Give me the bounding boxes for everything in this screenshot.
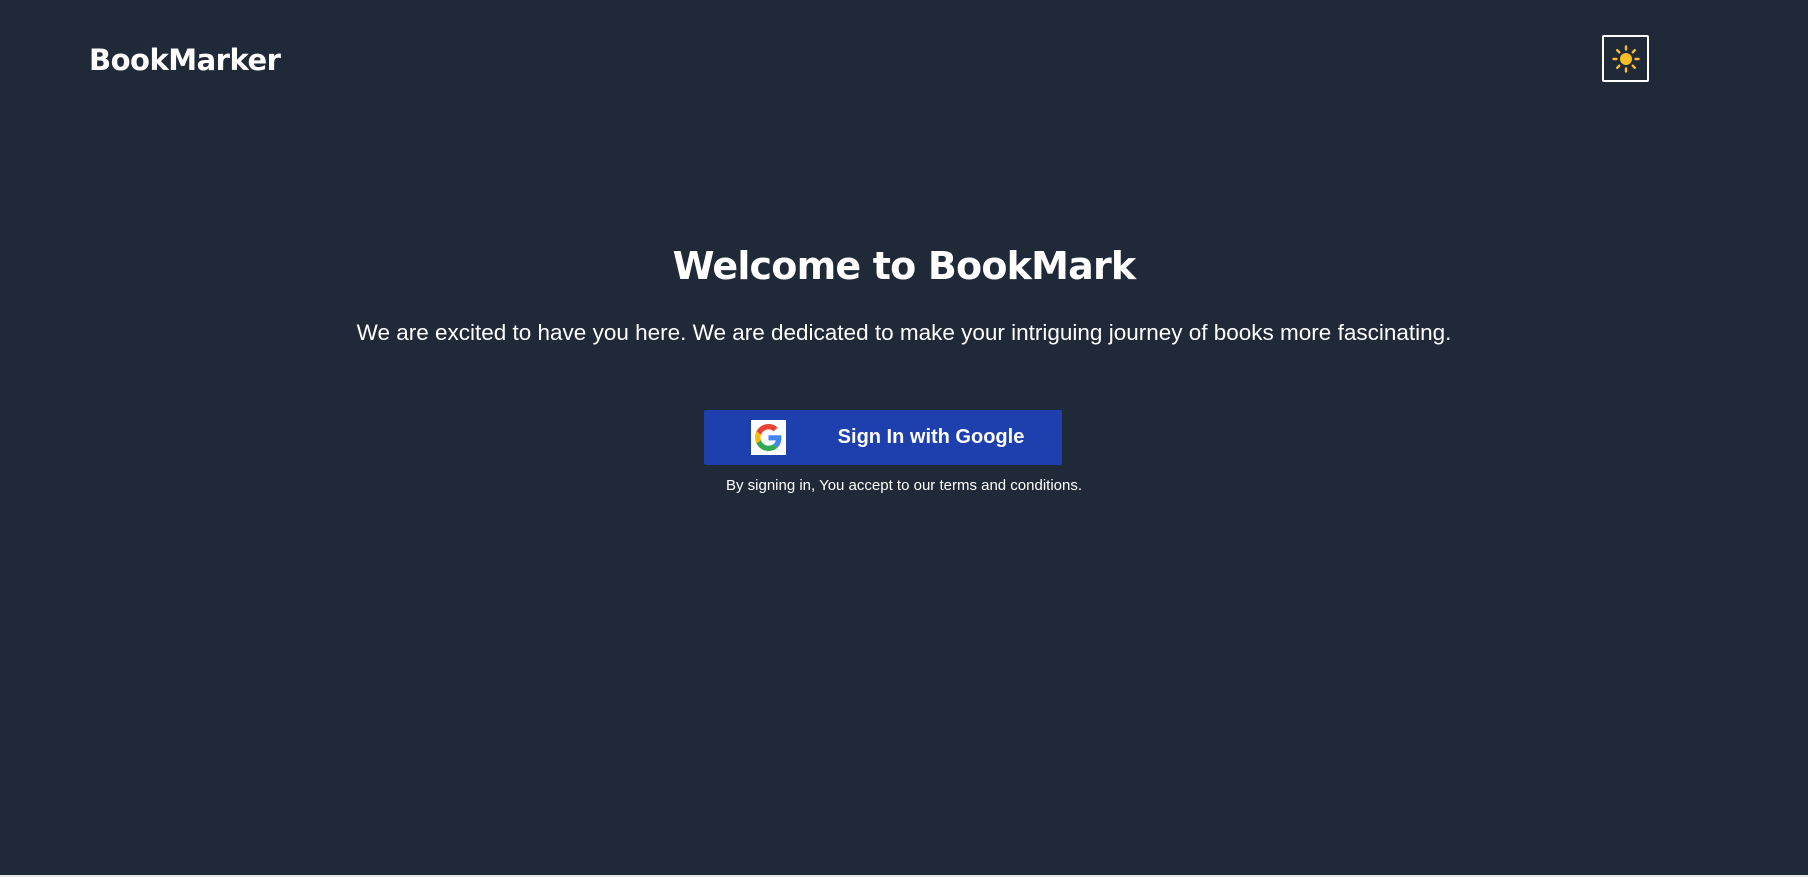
sign-in-with-google-button[interactable]: Sign In with Google: [704, 410, 1062, 465]
google-logo-box: [751, 420, 786, 455]
hero-subtitle: We are excited to have you here. We are …: [356, 320, 1452, 345]
brand-logo[interactable]: BookMarker: [89, 38, 281, 82]
sun-icon: [1611, 44, 1640, 73]
theme-toggle-button[interactable]: [1602, 35, 1649, 82]
page-title: Welcome to BookMark: [672, 244, 1137, 288]
landing-page: BookMarker Welcome to BookMark We are ex…: [0, 0, 1808, 875]
google-icon: [755, 424, 782, 451]
sign-in-button-label: Sign In with Google: [837, 426, 1025, 448]
terms-notice: By signing in, You accept to our terms a…: [725, 477, 1083, 494]
